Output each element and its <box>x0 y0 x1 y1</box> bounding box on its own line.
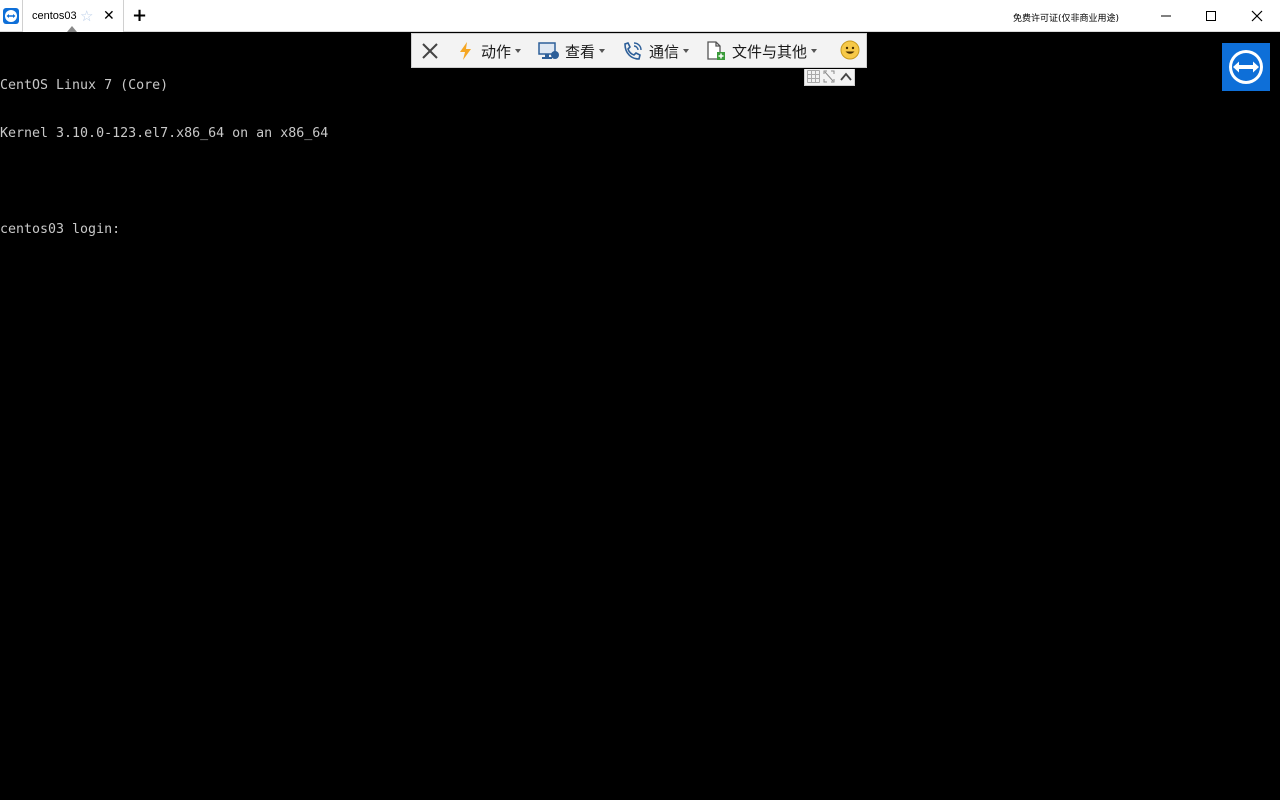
maximize-icon <box>1206 11 1216 21</box>
expand-icon[interactable] <box>823 70 835 83</box>
menu-view-label: 查看 <box>565 42 596 61</box>
monitor-icon <box>538 41 560 61</box>
menu-view[interactable]: 查看 <box>538 39 606 63</box>
menu-actions-label: 动作 <box>481 42 512 61</box>
console-line: CentOS Linux 7 (Core) <box>0 78 169 93</box>
menu-files-extras-label: 文件与其他 <box>732 42 808 61</box>
smiley-icon[interactable] <box>840 40 860 64</box>
menu-actions[interactable]: 动作 <box>456 39 522 63</box>
grid-icon[interactable] <box>807 70 820 83</box>
license-text: 免费许可证(仅非商业用途) <box>1013 14 1120 24</box>
close-icon <box>422 43 438 59</box>
close-icon[interactable]: ✕ <box>103 7 115 25</box>
tab-indicator <box>67 26 77 32</box>
minimize-button[interactable] <box>1143 0 1189 32</box>
title-bar: centos03 ☆ ✕ + 免费许可证(仅非商业用途) <box>0 0 1280 32</box>
lightning-icon <box>456 41 476 61</box>
console-line: Kernel 3.10.0-123.el7.x86_64 on an x86_6… <box>0 126 329 141</box>
close-session-button[interactable] <box>418 39 442 63</box>
tab-label: centos03 <box>32 10 77 22</box>
remote-console[interactable]: CentOS Linux 7 (Core) Kernel 3.10.0-123.… <box>0 46 328 254</box>
close-icon <box>1251 10 1263 22</box>
menu-files-extras[interactable]: 文件与其他 <box>705 39 818 63</box>
phone-icon <box>622 41 644 61</box>
teamviewer-icon <box>1229 50 1263 84</box>
toolbar-controls <box>804 69 855 86</box>
chevron-down-icon <box>683 49 690 53</box>
file-icon <box>705 41 727 61</box>
menu-communicate-label: 通信 <box>649 42 680 61</box>
remote-toolbar: 动作 查看 通信 文件与其他 <box>411 33 867 68</box>
chevron-down-icon <box>599 49 606 53</box>
chevron-down-icon <box>811 49 818 53</box>
teamviewer-panel-button[interactable] <box>1222 43 1270 91</box>
minimize-icon <box>1161 15 1171 17</box>
menu-communicate[interactable]: 通信 <box>622 39 690 63</box>
plus-icon[interactable]: + <box>132 5 147 27</box>
tab-centos03[interactable]: centos03 ☆ ✕ <box>22 0 124 32</box>
chevron-up-icon[interactable] <box>839 70 853 83</box>
teamviewer-icon[interactable] <box>0 0 22 32</box>
close-window-button[interactable] <box>1234 0 1280 32</box>
star-icon[interactable]: ☆ <box>80 6 93 26</box>
chevron-down-icon <box>515 49 522 53</box>
maximize-button[interactable] <box>1188 0 1234 32</box>
login-prompt[interactable]: centos03 login: <box>0 222 328 238</box>
